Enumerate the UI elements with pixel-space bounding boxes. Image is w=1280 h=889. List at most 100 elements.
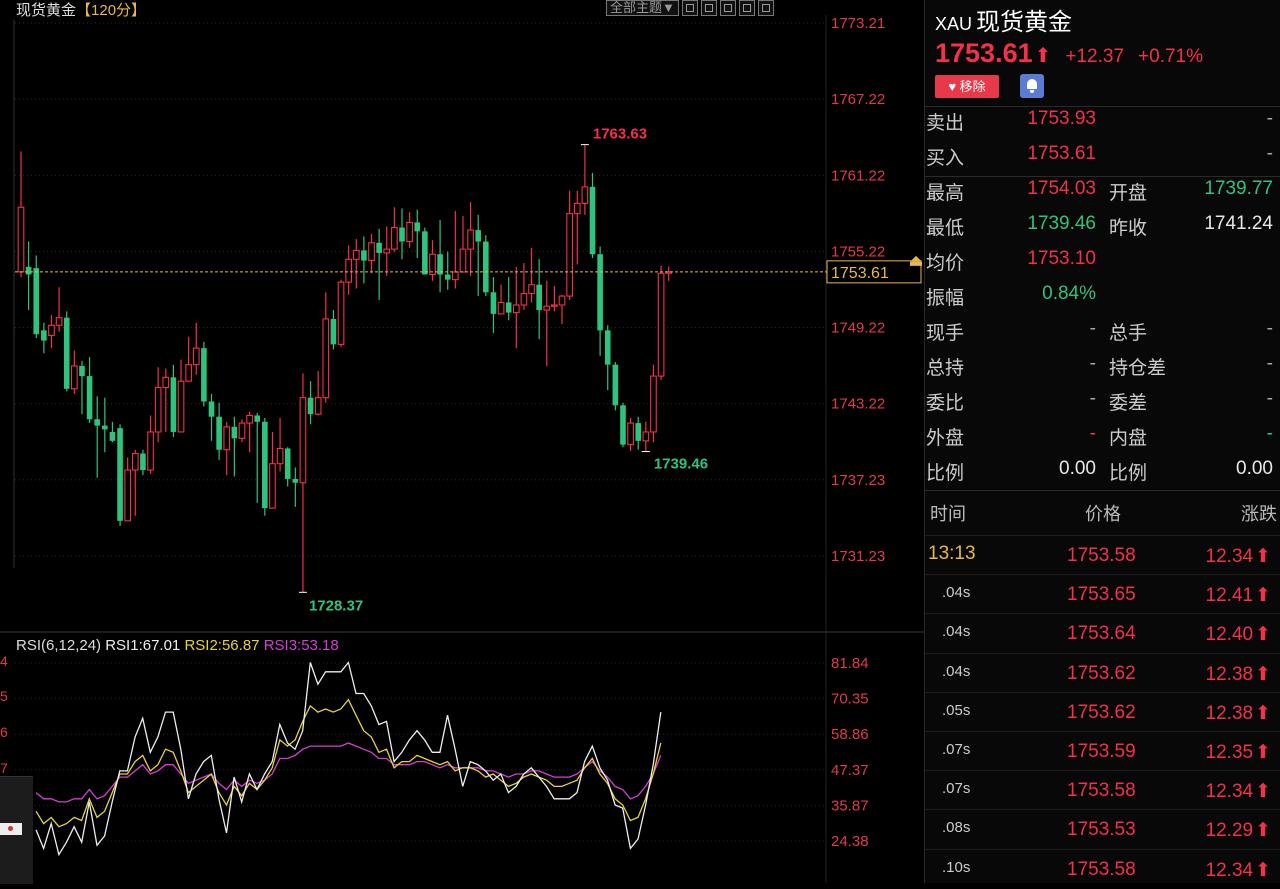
- rsi-axis-label: 70.35: [831, 691, 869, 708]
- tick-row[interactable]: .04s 1753.64 12.40 ⬆: [925, 613, 1280, 653]
- candle-body: [642, 431, 650, 442]
- crosshair-icon[interactable]: [681, 0, 698, 16]
- candle-body: [650, 375, 657, 433]
- candle-body: [459, 248, 467, 273]
- quote-value: -: [1266, 423, 1273, 444]
- rsi-axis-label: 58.86: [831, 726, 869, 743]
- rsi2-value: RSI2:56.87: [184, 637, 260, 654]
- tick-row[interactable]: .07s 1753.59 12.35 ⬆: [925, 731, 1280, 771]
- quote-row: 现手 - 总手 -: [925, 318, 1280, 353]
- tick-change: 12.34: [1205, 781, 1254, 803]
- price-axis-label: 1749.22: [831, 320, 885, 337]
- candle-body: [330, 318, 337, 345]
- candle-body: [216, 416, 222, 450]
- candle-body: [536, 284, 542, 311]
- candle-body: [70, 365, 78, 390]
- candle-body: [63, 317, 70, 389]
- overlay-window-fragment[interactable]: [0, 776, 33, 884]
- tick-row[interactable]: .04s 1753.62 12.38 ⬆: [925, 652, 1280, 693]
- candle-body: [177, 380, 185, 433]
- candle-body: [192, 347, 200, 366]
- tick-row[interactable]: .08s 1753.53 12.29 ⬆: [925, 809, 1280, 849]
- settings-icon[interactable]: [757, 0, 774, 16]
- fullscreen-icon[interactable]: [738, 0, 755, 16]
- quote-label: 均价: [926, 253, 965, 274]
- tick-row[interactable]: .04s 1753.65 12.41 ⬆: [925, 574, 1280, 614]
- quote-label: 最高: [926, 183, 965, 204]
- tick-change: 12.34: [1205, 546, 1254, 567]
- tick-time: .10s: [942, 858, 971, 876]
- quote-row: 外盘 - 内盘 -: [925, 423, 1280, 458]
- tick-change-cell: 12.41 ⬆: [1206, 584, 1271, 607]
- candle-body: [399, 227, 405, 242]
- symbol-code: XAU: [935, 14, 973, 34]
- candle-body: [558, 295, 566, 306]
- tick-change-cell: 12.34 ⬆: [1206, 780, 1271, 803]
- quote-value: 1753.61: [1027, 143, 1096, 164]
- candle-body: [520, 293, 528, 306]
- candle-body: [490, 292, 497, 314]
- quote-value: -: [1089, 388, 1096, 409]
- tick-row[interactable]: .05s 1753.62 12.38 ⬆: [925, 691, 1280, 732]
- candle-body: [627, 422, 634, 446]
- tick-row[interactable]: 13:13 1753.58 12.34 ⬆: [925, 535, 1280, 575]
- quote-label: 委差: [1109, 393, 1148, 414]
- window-icon[interactable]: [719, 0, 736, 16]
- instrument-name: 现货黄金: [16, 2, 77, 19]
- chart-title: 现货黄金【120分】: [16, 0, 146, 20]
- price-axis-label: 1731.23: [831, 548, 885, 565]
- candle-body: [48, 324, 55, 337]
- candle-body: [345, 258, 353, 283]
- quote-label: 持仓差: [1109, 358, 1167, 379]
- quote-value: -: [1266, 143, 1273, 164]
- tick-change-cell: 12.34 ⬆: [1206, 859, 1271, 882]
- quote-value: -: [1089, 353, 1096, 374]
- tick-change-cell: 12.34 ⬆: [1206, 545, 1271, 568]
- candle-body: [528, 284, 535, 295]
- quote-row: 比例 0.00 比例 0.00: [925, 458, 1280, 493]
- candlestick-chart[interactable]: 1773.21 1767.22 1761.22 1755.22 1749.22 1743.…: [0, 0, 924, 883]
- cut-axis-digit: 6: [0, 724, 8, 740]
- candle-body: [604, 330, 611, 365]
- tick-price: 1753.59: [1067, 741, 1136, 762]
- tick-time: 13:13: [928, 543, 976, 564]
- tick-price: 1753.53: [1067, 819, 1136, 841]
- bell-icon[interactable]: [1020, 74, 1044, 98]
- rsi-axis-label: 24.38: [831, 833, 869, 850]
- candle-body: [361, 250, 367, 261]
- candle-body: [208, 401, 215, 417]
- tick-change: 12.34: [1205, 859, 1254, 881]
- remove-watchlist-button[interactable]: ♥ 移除: [935, 75, 999, 98]
- quote-label: 最低: [926, 218, 965, 239]
- last-price: 1753.61: [935, 38, 1033, 68]
- candle-body: [185, 364, 192, 382]
- quote-row: 均价 1753.10: [925, 248, 1280, 283]
- candle-body: [543, 305, 551, 311]
- candle-body: [41, 330, 47, 341]
- extreme-label: 1739.46: [654, 456, 708, 473]
- quote-value: 1739.77: [1204, 178, 1273, 199]
- price-marker-icon: [910, 255, 922, 262]
- tick-change: 12.41: [1205, 585, 1254, 607]
- tick-time: .08s: [942, 819, 971, 837]
- theme-dropdown[interactable]: 全部主题▼: [606, 0, 679, 16]
- grid-layout-icon[interactable]: [700, 0, 717, 16]
- candle-body: [483, 241, 489, 293]
- period-label[interactable]: 【120分】: [76, 2, 146, 19]
- quote-title: XAU 现货黄金: [935, 2, 1072, 37]
- chart-area[interactable]: 1773.21 1767.22 1761.22 1755.22 1749.22 1743.…: [0, 0, 924, 884]
- quote-value: 1739.46: [1027, 213, 1096, 234]
- quote-row: 最低 1739.46 昨收 1741.24: [925, 213, 1280, 248]
- candle-body: [368, 242, 375, 262]
- candle-body: [307, 397, 314, 415]
- quote-value: 1753.10: [1027, 248, 1096, 269]
- rsi-params: RSI(6,12,24): [16, 637, 102, 654]
- up-arrow-icon: ⬆: [1255, 820, 1271, 842]
- candle-body: [109, 431, 116, 441]
- tick-change-cell: 12.38 ⬆: [1206, 702, 1271, 725]
- quote-row: 卖出 1753.93 -: [925, 108, 1280, 143]
- tick-row[interactable]: .07s 1753.58 12.34 ⬆: [925, 770, 1280, 810]
- candle-body: [223, 426, 231, 451]
- quote-value: -: [1266, 353, 1273, 374]
- tick-change-cell: 12.38 ⬆: [1206, 663, 1271, 686]
